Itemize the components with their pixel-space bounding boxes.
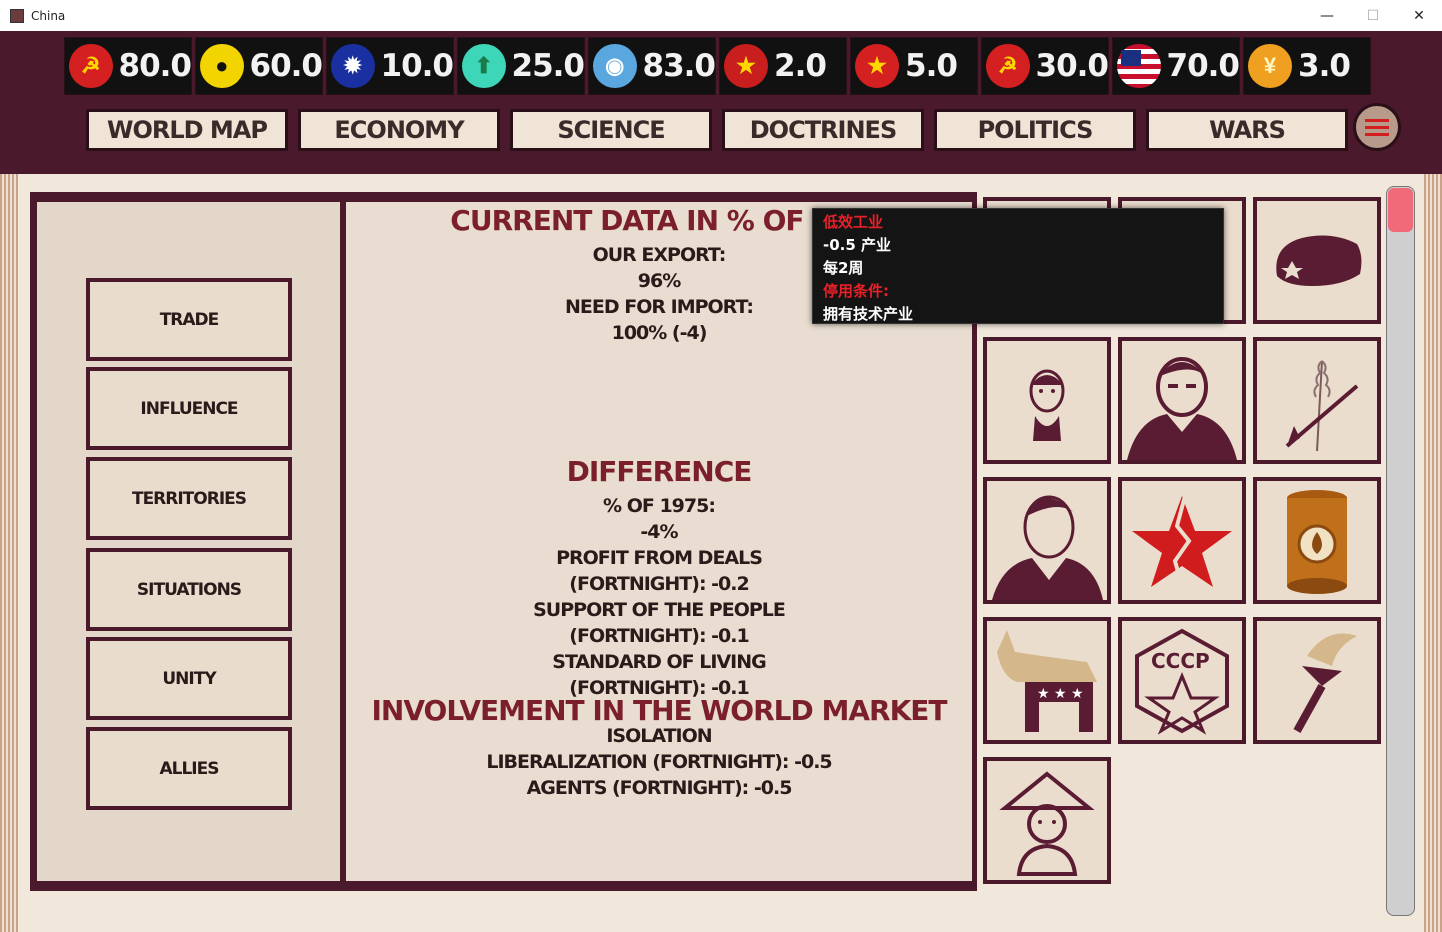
resource-growth[interactable]: ⬆ 25.0 [457, 37, 585, 95]
territories-button[interactable]: TERRITORIES [86, 457, 292, 540]
nav-science[interactable]: SCIENCE [510, 109, 712, 151]
tooltip-effect-value: -0.5 产业 [823, 236, 892, 254]
tooltip-condition: 拥有技术产业 [823, 305, 914, 323]
effect-tooltip: 低效工业 -0.5 产业 每2周 停用条件: 拥有技术产业 [812, 208, 1224, 324]
effect-tile-cccp[interactable]: CCCP [1118, 617, 1246, 744]
profit-value: (FORTNIGHT): -0.2 [569, 573, 749, 595]
scrollbar-track[interactable] [1386, 186, 1415, 916]
paper-border-right [1424, 174, 1442, 932]
window-titlebar: China — ☐ ✕ [0, 0, 1442, 32]
hamburger-menu-button[interactable] [1353, 103, 1401, 151]
effect-tile-mao[interactable] [983, 337, 1111, 464]
menu-line-icon [1365, 132, 1389, 136]
resource-bar: ☭ 80.0 ● 60.0 ✹ 10.0 ⬆ 25.0 ◉ 83.0 ★ 2.0… [64, 37, 1371, 95]
mao-portrait-icon [1029, 369, 1065, 441]
scrollbar-thumb[interactable] [1388, 188, 1413, 232]
effect-tile-torch[interactable] [1253, 617, 1381, 744]
tooltip-period: 每2周 [823, 259, 864, 277]
support-label: SUPPORT OF THE PEOPLE [533, 599, 786, 621]
paper-border-left [0, 174, 18, 932]
effect-tile-oil[interactable] [1253, 477, 1381, 604]
resource-taiwan[interactable]: ✹ 10.0 [326, 37, 454, 95]
person-hand-icon: ● [200, 44, 244, 88]
effect-tile-donkey[interactable]: ★ ★ ★ [983, 617, 1111, 744]
nav-economy[interactable]: ECONOMY [298, 109, 500, 151]
tooltip-disable-label: 停用条件: [823, 282, 889, 300]
difference-title: DIFFERENCE [566, 455, 753, 488]
close-button[interactable]: ✕ [1396, 0, 1442, 31]
farmer-icon [999, 770, 1095, 876]
hammer-sickle-hand-icon: ☭ [69, 44, 113, 88]
minimize-button[interactable]: — [1304, 0, 1350, 31]
resource-population[interactable]: ● 60.0 [195, 37, 323, 95]
effect-tile-broken-star[interactable] [1118, 477, 1246, 604]
yen-coin-icon: ¥ [1248, 44, 1292, 88]
resource-un[interactable]: ◉ 83.0 [588, 37, 716, 95]
profit-label: PROFIT FROM DEALS [556, 547, 763, 569]
percent-label: % OF 1975: [603, 495, 716, 517]
svg-text:★ ★ ★: ★ ★ ★ [1037, 686, 1084, 702]
china-emblem-icon: ★ [855, 44, 899, 88]
nav-doctrines[interactable]: DOCTRINES [722, 109, 924, 151]
percent-value: -4% [640, 521, 678, 543]
torch-icon [1293, 633, 1357, 733]
effect-tile-politician[interactable] [983, 477, 1111, 604]
liberalization-text: LIBERALIZATION (FORTNIGHT): -0.5 [486, 751, 832, 773]
leader-portrait-icon [1127, 356, 1237, 460]
world-market-title: INVOLVEMENT IN THE WORLD MARKET [371, 694, 948, 727]
broken-red-star-icon [1132, 494, 1232, 587]
unity-button[interactable]: UNITY [86, 637, 292, 720]
usa-flag-icon [1117, 44, 1161, 88]
green-arrow-icon: ⬆ [462, 44, 506, 88]
resource-ussr[interactable]: ☭ 30.0 [981, 37, 1109, 95]
cccp-badge-icon: CCCP [1135, 628, 1229, 735]
effect-tile-cap[interactable] [1253, 197, 1381, 324]
maximize-button[interactable]: ☐ [1350, 0, 1396, 31]
resource-communist-support[interactable]: ☭ 80.0 [64, 37, 192, 95]
donkey-icon: ★ ★ ★ [997, 629, 1097, 732]
un-globe-hand-icon: ◉ [593, 44, 637, 88]
tooltip-effect-name: 低效工业 [823, 213, 884, 231]
allies-button[interactable]: ALLIES [86, 727, 292, 810]
vietnam-emblem-icon: ★ [724, 44, 768, 88]
svg-text:CCCP: CCCP [1151, 649, 1210, 673]
effect-tile-farmer[interactable] [983, 757, 1111, 884]
isolation-text: ISOLATION [606, 725, 712, 747]
effect-tile-leader[interactable] [1118, 337, 1246, 464]
app-icon [10, 8, 24, 23]
window-title: China [31, 8, 66, 23]
resource-china[interactable]: ★ 5.0 [850, 37, 978, 95]
top-header: ☭ 80.0 ● 60.0 ✹ 10.0 ⬆ 25.0 ◉ 83.0 ★ 2.0… [0, 31, 1442, 174]
military-cap-icon [1276, 235, 1362, 286]
nav-wars[interactable]: WARS [1146, 109, 1348, 151]
wheat-hoe-icon [1285, 359, 1359, 451]
resource-usa[interactable]: 70.0 [1112, 37, 1240, 95]
politician-portrait-icon [992, 495, 1103, 600]
trade-button[interactable]: TRADE [86, 278, 292, 361]
effect-tile-wheat[interactable] [1253, 337, 1381, 464]
agents-text: AGENTS (FORTNIGHT): -0.5 [526, 777, 793, 799]
menu-line-icon [1365, 118, 1389, 122]
resource-vietnam[interactable]: ★ 2.0 [719, 37, 847, 95]
living-label: STANDARD OF LIVING [552, 651, 766, 673]
sun-emblem-icon: ✹ [331, 44, 375, 88]
nav-world-map[interactable]: WORLD MAP [86, 109, 288, 151]
resource-yen[interactable]: ¥ 3.0 [1243, 37, 1371, 95]
nav-politics[interactable]: POLITICS [934, 109, 1136, 151]
support-value: (FORTNIGHT): -0.1 [569, 625, 749, 647]
influence-button[interactable]: INFLUENCE [86, 367, 292, 450]
oil-barrel-icon [1287, 489, 1347, 594]
situations-button[interactable]: SITUATIONS [86, 548, 292, 631]
main-nav: WORLD MAP ECONOMY SCIENCE DOCTRINES POLI… [86, 109, 1348, 151]
ussr-emblem-icon: ☭ [986, 44, 1030, 88]
menu-line-icon [1365, 125, 1389, 129]
